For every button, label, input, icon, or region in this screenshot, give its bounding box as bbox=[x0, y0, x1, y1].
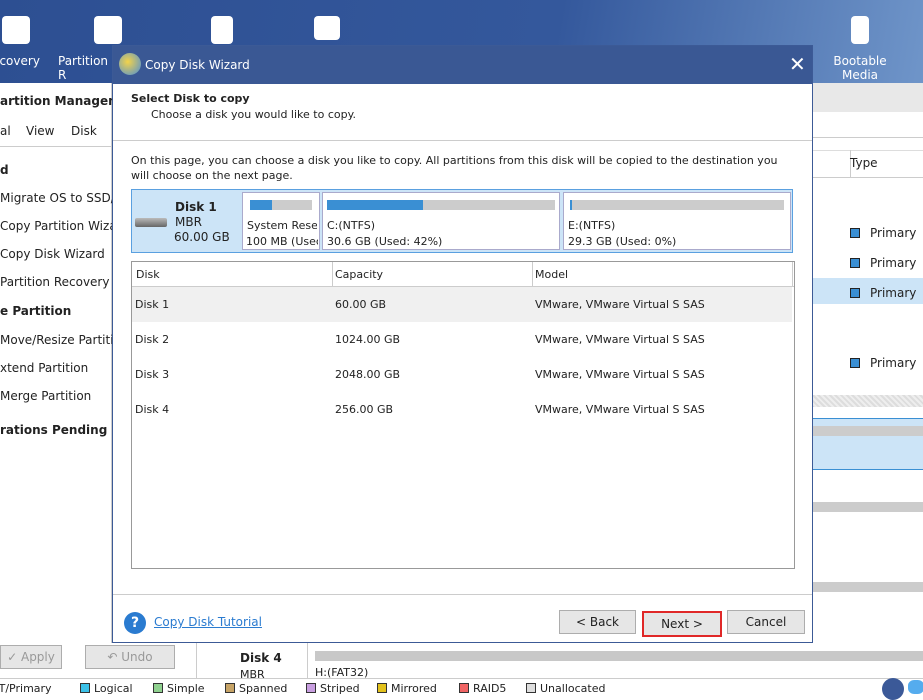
sidebar-item-move-resize[interactable]: Move/Resize Partition bbox=[0, 333, 129, 347]
apply-button[interactable]: ✓ Apply bbox=[0, 645, 62, 669]
recovery-icon bbox=[2, 16, 30, 44]
partition-list: Type Primary Primary Primary Primary bbox=[812, 112, 923, 642]
dialog-title-bar[interactable]: Copy Disk Wizard ✕ bbox=[113, 46, 812, 84]
toolbar-partition-recovery[interactable]: Partition R bbox=[58, 16, 122, 82]
dialog-subheading: Choose a disk you would like to copy. bbox=[151, 108, 357, 121]
partition-type[interactable]: Primary bbox=[850, 226, 916, 240]
toolbar-data-recovery[interactable]: ecovery bbox=[0, 16, 46, 68]
undo-button[interactable]: ↶ Undo bbox=[85, 645, 175, 669]
partition-type-selected[interactable]: Primary bbox=[850, 286, 916, 300]
legend-spanned: Spanned bbox=[225, 682, 287, 695]
usage-bar-fill bbox=[250, 200, 272, 210]
legend-unallocated: Unallocated bbox=[526, 682, 605, 695]
hard-disk-icon bbox=[135, 218, 167, 227]
close-icon[interactable]: ✕ bbox=[789, 52, 806, 76]
cancel-button[interactable]: Cancel bbox=[727, 610, 805, 634]
disk-table: Disk Capacity Model Disk 1 60.00 GB VMware… bbox=[131, 261, 795, 569]
partition-block[interactable]: System Reser 100 MB (Usec bbox=[242, 192, 320, 250]
dialog-title: Copy Disk Wizard bbox=[145, 58, 250, 72]
twitter-icon[interactable] bbox=[908, 680, 923, 694]
legend-primary: PT/Primary bbox=[0, 682, 52, 695]
primary-swatch-icon bbox=[850, 358, 860, 368]
disk-icon bbox=[211, 16, 233, 44]
usb-icon bbox=[851, 16, 869, 44]
menu-disk[interactable]: Disk bbox=[71, 124, 97, 138]
table-header: Disk Capacity Model bbox=[132, 262, 794, 287]
wizard-icon bbox=[119, 53, 141, 75]
partition-block[interactable]: C:(NTFS) 30.6 GB (Used: 42%) bbox=[322, 192, 560, 250]
section-wizard: d bbox=[0, 163, 9, 177]
partition-recovery-icon bbox=[94, 16, 122, 44]
bottom-disk-name: Disk 4 bbox=[240, 651, 282, 665]
header-capacity[interactable]: Capacity bbox=[335, 268, 383, 281]
back-button[interactable]: < Back bbox=[559, 610, 636, 634]
copy-disk-wizard-dialog: Copy Disk Wizard ✕ Select Disk to copy C… bbox=[112, 45, 813, 643]
tutorial-link[interactable]: Copy Disk Tutorial bbox=[154, 615, 262, 629]
sidebar-item-merge[interactable]: Merge Partition bbox=[0, 389, 91, 403]
header-disk[interactable]: Disk bbox=[136, 268, 160, 281]
usage-bar-fill bbox=[570, 200, 573, 210]
type-column-header[interactable]: Type bbox=[850, 156, 878, 170]
section-change-partition: e Partition bbox=[0, 304, 72, 318]
legend-simple: Simple bbox=[153, 682, 205, 695]
table-row[interactable]: Disk 4 256.00 GB VMware, VMware Virtual S … bbox=[132, 392, 792, 427]
section-operations-pending: rations Pending bbox=[0, 423, 108, 437]
table-row[interactable]: Disk 2 1024.00 GB VMware, VMware Virtual S… bbox=[132, 322, 792, 357]
sidebar-item-copy-disk[interactable]: Copy Disk Wizard bbox=[0, 247, 105, 261]
table-row[interactable]: Disk 3 2048.00 GB VMware, VMware Virtual S… bbox=[132, 357, 792, 392]
legend-logical: Logical bbox=[80, 682, 133, 695]
disk-map[interactable]: Disk 1 MBR 60.00 GB System Reser 100 MB … bbox=[131, 189, 793, 253]
dialog-heading: Select Disk to copy bbox=[131, 92, 250, 105]
dialog-header: Select Disk to copy Choose a disk you wo… bbox=[113, 84, 812, 141]
primary-swatch-icon bbox=[850, 258, 860, 268]
sidebar-item-extend[interactable]: xtend Partition bbox=[0, 361, 88, 375]
menu-general[interactable]: al bbox=[0, 124, 11, 138]
legend-raid5: RAID5 bbox=[459, 682, 506, 695]
next-button[interactable]: Next > bbox=[642, 611, 722, 637]
partition-block[interactable]: E:(NTFS) 29.3 GB (Used: 0%) bbox=[563, 192, 791, 250]
bottom-partition-bar[interactable] bbox=[315, 651, 923, 661]
table-row-selected[interactable]: Disk 1 60.00 GB VMware, VMware Virtual S S… bbox=[132, 287, 792, 322]
help-icon[interactable]: ? bbox=[124, 612, 146, 634]
legend-striped: Striped bbox=[306, 682, 360, 695]
primary-swatch-icon bbox=[850, 288, 860, 298]
partition-type[interactable]: Primary bbox=[850, 356, 916, 370]
left-panel: artition Management al View Disk d Migra… bbox=[0, 83, 143, 643]
chart-icon bbox=[314, 16, 340, 40]
primary-swatch-icon bbox=[850, 228, 860, 238]
usage-bar-fill bbox=[327, 200, 423, 210]
partition-type[interactable]: Primary bbox=[850, 256, 916, 270]
sidebar-item-copy-partition[interactable]: Copy Partition Wizard bbox=[0, 219, 129, 233]
menu-view[interactable]: View bbox=[26, 124, 54, 138]
toolbar-bootable-media[interactable]: Bootable Media bbox=[815, 16, 905, 82]
facebook-icon[interactable] bbox=[882, 678, 904, 700]
legend-mirrored: Mirrored bbox=[377, 682, 437, 695]
dialog-description: On this page, you can choose a disk you … bbox=[131, 154, 778, 182]
header-model[interactable]: Model bbox=[535, 268, 568, 281]
